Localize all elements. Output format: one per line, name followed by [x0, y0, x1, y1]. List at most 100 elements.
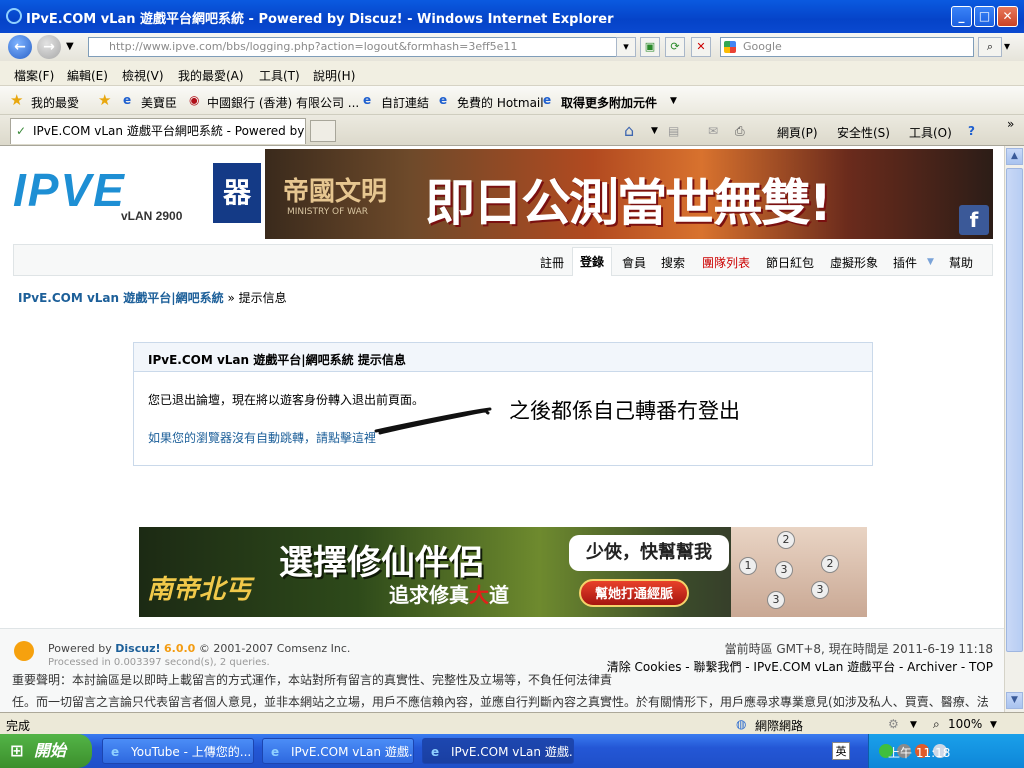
ad2-cta-button[interactable]: 幫她打通經脈: [579, 579, 689, 607]
help-icon[interactable]: ?: [968, 124, 975, 138]
chevron-down-icon[interactable]: ▼: [910, 720, 917, 730]
menu-help[interactable]: 說明(H): [313, 67, 355, 84]
window-title-bar[interactable]: IPvE.COM vLan 遊戲平台網吧系統 - Powered by Disc…: [0, 0, 1024, 33]
menu-favorites[interactable]: 我的最愛(A): [178, 67, 244, 84]
home-icon[interactable]: ⌂: [624, 121, 634, 140]
favorite-link-1[interactable]: 美寶臣: [141, 94, 177, 111]
scribble-mark: [374, 407, 492, 435]
compatibility-icon[interactable]: ▣: [640, 37, 660, 57]
nav-members[interactable]: 會員: [622, 254, 646, 271]
disclaimer-line-1: 重要聲明：本討論區是以即時上載留言的方式運作，本站對所有留言的真實性、完整性及立…: [12, 673, 613, 687]
taskbar-item-1[interactable]: e YouTube - 上傳您的...: [102, 738, 254, 764]
scroll-down-icon[interactable]: ▼: [1006, 692, 1023, 709]
close-button[interactable]: ✕: [997, 6, 1018, 27]
tab-active[interactable]: ✓ IPvE.COM vLan 遊戲平台網吧系統 - Powered by Di…: [10, 118, 306, 144]
favorite-link-3[interactable]: 自訂連結: [381, 94, 429, 111]
address-dropdown-icon[interactable]: ▾: [616, 37, 636, 57]
ad-game-subtitle: MINISTRY OF WAR: [287, 207, 368, 217]
favorite-link-5[interactable]: 取得更多附加元件: [561, 94, 657, 111]
tools-menu[interactable]: 工具(O): [909, 124, 952, 141]
refresh-icon[interactable]: ⟳: [665, 37, 685, 57]
feeds-icon[interactable]: ▤: [668, 124, 679, 138]
banner-ad[interactable]: 帝國文明 MINISTRY OF WAR 即日公測當世無雙! f: [265, 149, 993, 239]
window-title: IPvE.COM vLan 遊戲平台網吧系統 - Powered by Disc…: [26, 12, 614, 27]
page-footer: Powered by Discuz! 6.0.0 © 2001-2007 Com…: [0, 628, 1004, 712]
message-title: IPvE.COM vLan 遊戲平台|網吧系統 提示信息: [148, 353, 406, 367]
nav-teams[interactable]: 團隊列表: [702, 254, 750, 271]
page-content: IPVE vLAN 2900 器 帝國文明 MINISTRY OF WAR 即日…: [0, 146, 1004, 712]
minimize-button[interactable]: _: [951, 6, 972, 27]
facebook-icon[interactable]: f: [959, 205, 989, 235]
favorite-link-2[interactable]: 中國銀行 (香港) 有限公司 ...: [207, 94, 359, 111]
menu-tools[interactable]: 工具(T): [259, 67, 300, 84]
stop-icon[interactable]: ✕: [691, 37, 711, 57]
ie-icon: [6, 8, 22, 24]
chevron-down-icon[interactable]: ▼: [927, 257, 934, 267]
favorites-center-button[interactable]: 我的最愛: [31, 94, 79, 111]
ad2-subheadline: 追求修真大道: [389, 583, 509, 607]
menu-view[interactable]: 檢視(V): [122, 67, 164, 84]
zoom-level[interactable]: 100%: [948, 717, 982, 731]
acupoint-dot: 3: [811, 581, 829, 599]
scroll-thumb[interactable]: [1006, 168, 1023, 652]
message-box: IPvE.COM vLan 遊戲平台|網吧系統 提示信息 您已退出論壇，現在將以…: [133, 342, 873, 466]
nav-festival[interactable]: 節日紅包: [766, 254, 814, 271]
menu-edit[interactable]: 編輯(E): [67, 67, 108, 84]
address-input[interactable]: http://www.ipve.com/bbs/logging.php?acti…: [88, 37, 633, 57]
scroll-up-icon[interactable]: ▲: [1006, 148, 1023, 165]
ie-page-icon: e: [439, 93, 448, 107]
back-button[interactable]: ←: [8, 35, 32, 59]
processing-info: Processed in 0.003397 second(s), 2 queri…: [48, 657, 270, 668]
nav-register[interactable]: 註冊: [540, 254, 564, 271]
site-logo[interactable]: IPVE vLAN 2900 器: [13, 149, 265, 239]
history-dropdown-icon[interactable]: ▼: [66, 41, 74, 52]
menu-file[interactable]: 檔案(F): [14, 67, 54, 84]
mail-icon[interactable]: ✉: [708, 124, 718, 138]
acupoint-dot: 2: [821, 555, 839, 573]
chevron-down-icon[interactable]: ▼: [651, 126, 658, 136]
nav-help[interactable]: 幫助: [949, 254, 973, 271]
bottom-ad[interactable]: 南帝北丐 選擇修仙伴侶 追求修真大道 少俠，快幫幫我 幫她打通經脈 1 2 2 …: [139, 527, 867, 617]
search-options-icon[interactable]: ▾: [1004, 39, 1010, 53]
safety-menu[interactable]: 安全性(S): [837, 124, 890, 141]
breadcrumb-home[interactable]: IPvE.COM vLan 遊戲平台|網吧系統: [18, 291, 224, 305]
print-icon[interactable]: ⎙: [735, 124, 745, 139]
acupoint-dot: 3: [767, 591, 785, 609]
favorite-link-4[interactable]: 免費的 Hotmail: [457, 94, 544, 111]
nav-avatar[interactable]: 虛擬形象: [830, 254, 878, 271]
nav-login[interactable]: 登錄: [572, 247, 612, 276]
taskbar-item-3[interactable]: e IPvE.COM vLan 遊戲...: [422, 738, 574, 764]
search-icon[interactable]: ⌕: [978, 37, 1002, 57]
status-bar: 完成 ◍ 網際網路 ⚙ ▼ ⌕ 100% ▼: [0, 712, 1024, 735]
search-input[interactable]: Google: [720, 37, 974, 57]
breadcrumb: IPvE.COM vLan 遊戲平台|網吧系統 » 提示信息: [18, 289, 287, 306]
footer-links[interactable]: 清除 Cookies - 聯繫我們 - IPvE.COM vLan 遊戲平台 -…: [607, 658, 993, 675]
nav-plugins[interactable]: 插件: [893, 254, 917, 271]
chevron-down-icon[interactable]: ▼: [670, 96, 677, 106]
protected-mode-icon[interactable]: ⚙: [888, 717, 899, 731]
page-menu[interactable]: 網頁(P): [777, 124, 818, 141]
discuz-link[interactable]: Discuz!: [115, 642, 160, 655]
ad2-figure: 1 2 2 3 3 3: [731, 527, 867, 617]
start-button[interactable]: ⊞ 開始: [0, 734, 92, 768]
nav-search[interactable]: 搜索: [661, 254, 685, 271]
google-icon: [724, 41, 736, 53]
logo-subtitle: vLAN 2900: [121, 209, 183, 223]
taskbar-item-2[interactable]: e IPvE.COM vLan 遊戲...: [262, 738, 414, 764]
zoom-icon[interactable]: ⌕: [933, 717, 940, 732]
ie-page-icon: e: [543, 93, 552, 107]
user-annotation: 之後都係自己轉番冇登出: [509, 399, 740, 423]
forward-button[interactable]: →: [37, 35, 61, 59]
language-bar-icon[interactable]: 英: [832, 742, 850, 760]
new-tab-button[interactable]: [310, 120, 336, 142]
vertical-scrollbar[interactable]: ▲ ▼: [1004, 146, 1024, 712]
site-banner: IPVE vLAN 2900 器 帝國文明 MINISTRY OF WAR 即日…: [13, 149, 993, 239]
tab-bar: ✓ IPvE.COM vLan 遊戲平台網吧系統 - Powered by Di…: [0, 115, 1024, 146]
redirect-link[interactable]: 如果您的瀏覽器沒有自動跳轉，請點擊這裡: [148, 429, 376, 446]
chevron-down-icon[interactable]: ▼: [990, 720, 997, 730]
maximize-button[interactable]: □: [974, 6, 995, 27]
add-favorite-icon[interactable]: ★: [98, 91, 111, 109]
bank-icon: ◉: [189, 93, 200, 107]
more-tools-icon[interactable]: »: [1007, 117, 1014, 131]
acupoint-dot: 3: [775, 561, 793, 579]
